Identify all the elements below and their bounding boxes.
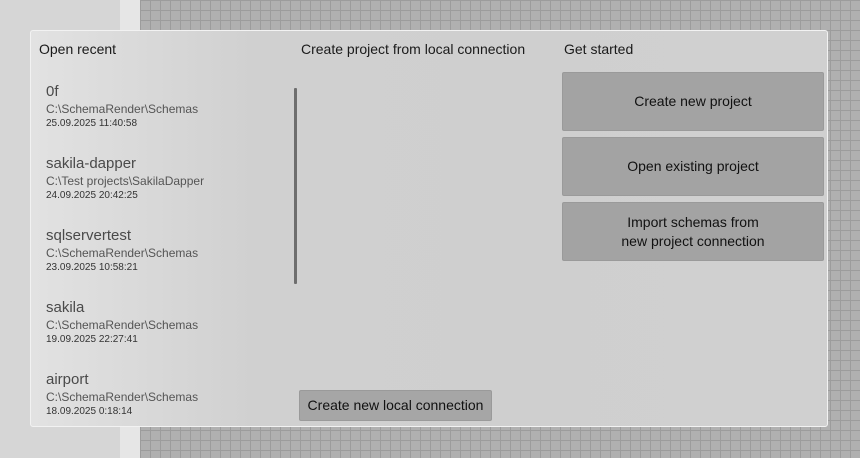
recent-item-name: sakila	[46, 299, 85, 316]
recent-item-name: 0f	[46, 83, 59, 100]
import-schemas-button[interactable]: Import schemas from new project connecti…	[562, 202, 824, 261]
import-schemas-label-line1: Import schemas from	[627, 213, 759, 230]
recent-item-path: C:\SchemaRender\Schemas	[46, 102, 199, 116]
recent-projects-list: 0f C:\SchemaRender\Schemas 25.09.2025 11…	[46, 83, 286, 443]
recent-item-path: C:\SchemaRender\Schemas	[46, 390, 199, 404]
recent-item[interactable]: sqlservertest C:\SchemaRender\Schemas 23…	[46, 227, 286, 299]
recent-item-date: 23.09.2025 10:58:21	[46, 262, 138, 273]
recent-item-path: C:\SchemaRender\Schemas	[46, 246, 199, 260]
recent-item-date: 19.09.2025 22:27:41	[46, 334, 138, 345]
recent-item-name: sakila-dapper	[46, 155, 137, 172]
open-existing-project-label: Open existing project	[627, 158, 759, 174]
recent-item-name: sqlservertest	[46, 227, 132, 244]
recent-item[interactable]: airport C:\SchemaRender\Schemas 18.09.20…	[46, 371, 286, 443]
recent-item-path: C:\Test projects\SakilaDapper	[46, 174, 205, 188]
start-dialog: Open recent Create project from local co…	[30, 30, 828, 427]
create-new-project-label: Create new project	[634, 93, 752, 109]
open-recent-title: Open recent	[39, 41, 117, 57]
create-local-connection-label: Create new local connection	[307, 397, 484, 413]
recent-item-date: 18.09.2025 0:18:14	[46, 406, 133, 417]
recent-item[interactable]: 0f C:\SchemaRender\Schemas 25.09.2025 11…	[46, 83, 286, 155]
recent-item[interactable]: sakila C:\SchemaRender\Schemas 19.09.202…	[46, 299, 286, 371]
import-schemas-label-line2: new project connection	[621, 232, 765, 249]
recent-item[interactable]: sakila-dapper C:\Test projects\SakilaDap…	[46, 155, 286, 227]
create-local-connection-button[interactable]: Create new local connection	[299, 390, 492, 421]
recent-item-name: airport	[46, 371, 89, 388]
recent-item-path: C:\SchemaRender\Schemas	[46, 318, 199, 332]
open-existing-project-button[interactable]: Open existing project	[562, 137, 824, 196]
recent-item-date: 25.09.2025 11:40:58	[46, 118, 138, 129]
create-new-project-button[interactable]: Create new project	[562, 72, 824, 131]
recent-scrollbar[interactable]	[294, 88, 297, 284]
get-started-title: Get started	[564, 41, 634, 57]
local-connection-title: Create project from local connection	[301, 41, 526, 57]
recent-item-date: 24.09.2025 20:42:25	[46, 190, 138, 201]
